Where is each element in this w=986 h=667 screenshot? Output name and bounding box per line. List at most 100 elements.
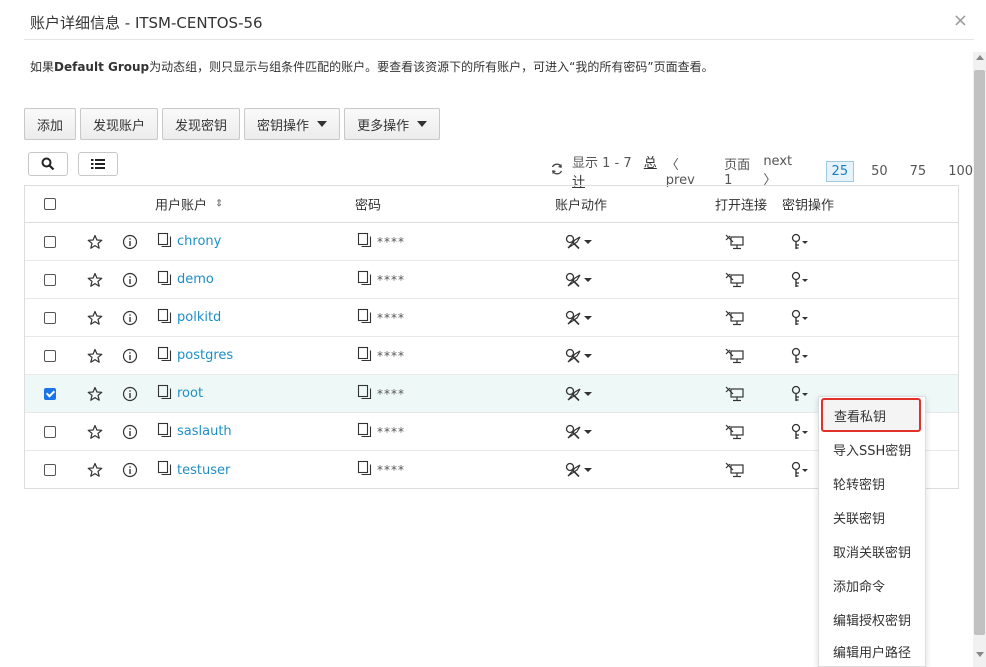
- account-action-icon[interactable]: [565, 424, 595, 440]
- copy-icon[interactable]: [357, 384, 373, 404]
- row-checkbox[interactable]: [44, 235, 56, 248]
- star-icon[interactable]: [87, 272, 103, 288]
- account-name-link[interactable]: demo: [177, 272, 214, 287]
- connect-icon[interactable]: [724, 385, 746, 403]
- key-ops-dropdown[interactable]: 密钥操作: [244, 108, 341, 140]
- connect-icon[interactable]: [724, 271, 746, 289]
- menu-item[interactable]: 关联密钥: [819, 500, 925, 534]
- scroll-up-arrow-icon[interactable]: [976, 55, 984, 60]
- connect-icon[interactable]: [724, 461, 746, 479]
- account-name-link[interactable]: saslauth: [177, 424, 232, 439]
- table-row[interactable]: polkitd ****: [25, 299, 958, 337]
- account-name-link[interactable]: root: [177, 386, 203, 401]
- account-action-icon[interactable]: [565, 234, 595, 250]
- key-icon[interactable]: [789, 233, 811, 251]
- account-name-link[interactable]: polkitd: [177, 310, 221, 325]
- prev-button[interactable]: 〈 prev: [666, 154, 716, 188]
- copy-icon[interactable]: [157, 308, 173, 328]
- info-icon[interactable]: [122, 310, 138, 326]
- key-icon[interactable]: [789, 347, 811, 365]
- info-icon[interactable]: [122, 272, 138, 288]
- header-divider: [24, 39, 974, 40]
- discover-accounts-button[interactable]: 发现账户: [80, 108, 159, 140]
- row-checkbox[interactable]: [44, 464, 56, 476]
- copy-icon[interactable]: [357, 232, 373, 252]
- star-icon[interactable]: [87, 234, 103, 250]
- row-checkbox[interactable]: [44, 387, 56, 400]
- copy-icon[interactable]: [157, 232, 173, 252]
- row-checkbox[interactable]: [44, 349, 56, 362]
- close-icon[interactable]: ×: [953, 10, 968, 31]
- page-size-50[interactable]: 50: [866, 162, 893, 181]
- menu-item[interactable]: 编辑用户路径: [819, 636, 925, 666]
- next-button[interactable]: next 〉: [763, 154, 813, 188]
- row-checkbox[interactable]: [44, 311, 56, 324]
- column-account[interactable]: 用户账户 ⇕: [155, 195, 223, 214]
- page-size-100[interactable]: 100: [943, 162, 978, 181]
- table-row[interactable]: postgres ****: [25, 337, 958, 375]
- menu-item[interactable]: 编辑授权密钥: [819, 602, 925, 636]
- star-icon[interactable]: [87, 348, 103, 364]
- column-list-button[interactable]: [78, 152, 118, 176]
- menu-item[interactable]: 轮转密钥: [819, 466, 925, 500]
- copy-icon[interactable]: [157, 460, 173, 480]
- account-action-icon[interactable]: [565, 310, 595, 326]
- connect-icon[interactable]: [724, 233, 746, 251]
- copy-icon[interactable]: [357, 308, 373, 328]
- star-icon[interactable]: [87, 424, 103, 440]
- more-ops-label: 更多操作: [357, 118, 410, 134]
- account-action-icon[interactable]: [565, 272, 595, 288]
- row-checkbox[interactable]: [44, 425, 56, 438]
- sort-icon[interactable]: ⇕: [215, 199, 223, 210]
- info-icon[interactable]: [122, 234, 138, 250]
- more-ops-dropdown[interactable]: 更多操作: [344, 108, 441, 140]
- discover-keys-button[interactable]: 发现密钥: [162, 108, 241, 140]
- key-icon[interactable]: [789, 461, 811, 479]
- key-icon[interactable]: [789, 423, 811, 441]
- menu-item[interactable]: 导入SSH密钥: [819, 432, 925, 466]
- scroll-down-arrow-icon[interactable]: [976, 652, 984, 657]
- select-all-checkbox[interactable]: [44, 198, 56, 210]
- connect-icon[interactable]: [724, 423, 746, 441]
- key-icon[interactable]: [789, 271, 811, 289]
- refresh-icon[interactable]: [550, 162, 564, 180]
- connect-icon[interactable]: [724, 347, 746, 365]
- star-icon[interactable]: [87, 462, 103, 478]
- account-action-icon[interactable]: [565, 386, 595, 402]
- page-size-25[interactable]: 25: [825, 160, 855, 182]
- menu-item[interactable]: 查看私钥: [821, 398, 921, 432]
- page-indicator: 页面 1: [724, 158, 751, 188]
- account-name-link[interactable]: testuser: [177, 463, 230, 478]
- info-icon[interactable]: [122, 348, 138, 364]
- row-checkbox[interactable]: [44, 273, 56, 286]
- star-icon[interactable]: [87, 386, 103, 402]
- menu-item[interactable]: 取消关联密钥: [819, 534, 925, 568]
- table-row[interactable]: demo ****: [25, 261, 958, 299]
- account-name-link[interactable]: chrony: [177, 234, 221, 249]
- info-icon[interactable]: [122, 424, 138, 440]
- menu-item[interactable]: 添加命令: [819, 568, 925, 602]
- search-button[interactable]: [28, 152, 68, 176]
- password-mask: ****: [377, 386, 405, 401]
- connect-icon[interactable]: [724, 309, 746, 327]
- copy-icon[interactable]: [357, 270, 373, 290]
- account-name-link[interactable]: postgres: [177, 348, 233, 363]
- copy-icon[interactable]: [357, 460, 373, 480]
- copy-icon[interactable]: [157, 346, 173, 366]
- caret-down-icon: [417, 121, 428, 127]
- account-action-icon[interactable]: [565, 462, 595, 478]
- key-icon[interactable]: [789, 385, 811, 403]
- add-button[interactable]: 添加: [24, 108, 77, 140]
- copy-icon[interactable]: [157, 270, 173, 290]
- info-icon[interactable]: [122, 386, 138, 402]
- star-icon[interactable]: [87, 310, 103, 326]
- copy-icon[interactable]: [357, 346, 373, 366]
- copy-icon[interactable]: [357, 422, 373, 442]
- table-row[interactable]: chrony ****: [25, 223, 958, 261]
- info-icon[interactable]: [122, 462, 138, 478]
- key-icon[interactable]: [789, 309, 811, 327]
- page-size-75[interactable]: 75: [905, 162, 932, 181]
- copy-icon[interactable]: [157, 422, 173, 442]
- account-action-icon[interactable]: [565, 348, 595, 364]
- copy-icon[interactable]: [157, 384, 173, 404]
